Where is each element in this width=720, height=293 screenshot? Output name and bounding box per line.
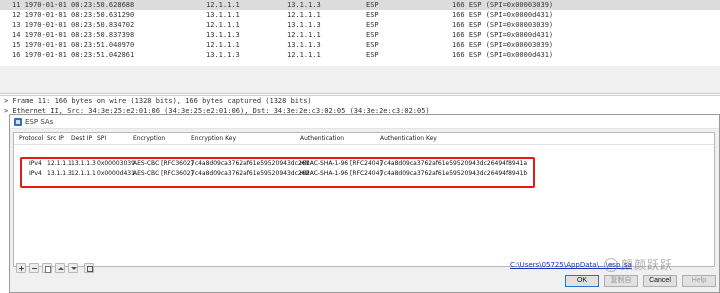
cancel-button[interactable]: Cancel (643, 275, 677, 287)
packet-row[interactable]: 15 1970-01-01 08:23:51.040970 12.1.1.1 1… (0, 40, 720, 50)
packet-row[interactable]: 12 1970-01-01 08:23:50.631290 13.1.1.1 1… (0, 10, 720, 20)
packet-no-time: 16 1970-01-01 08:23:51.042861 (12, 51, 135, 59)
packet-no-time: 14 1970-01-01 08:23:50.837398 (12, 31, 135, 39)
header-authentication[interactable]: Authentication (300, 133, 344, 145)
header-authentication-key[interactable]: Authentication Key (380, 133, 437, 145)
packet-src: 13.1.1.3 (206, 31, 240, 39)
packet-proto: ESP (366, 41, 379, 49)
packet-info: 166 ESP (SPI=0x00003039) (452, 21, 554, 29)
packet-no-time: 13 1970-01-01 08:23:50.834702 (12, 21, 135, 29)
highlight-annotation-box (20, 157, 535, 188)
table-header: Protocol Src IP Dest IP SPI Encryption E… (14, 133, 714, 145)
packet-proto: ESP (366, 1, 379, 9)
packet-row[interactable]: 11 1970-01-01 08:23:50.628688 12.1.1.1 1… (0, 0, 720, 10)
packet-dst: 12.1.1.1 (287, 51, 321, 59)
header-encryption-key[interactable]: Encryption Key (191, 133, 236, 145)
packet-src: 13.1.1.3 (206, 51, 240, 59)
packet-list: 11 1970-01-01 08:23:50.628688 12.1.1.1 1… (0, 0, 720, 62)
header-spi[interactable]: SPI (97, 133, 106, 145)
packet-row[interactable]: 14 1970-01-01 08:23:50.837398 13.1.1.3 1… (0, 30, 720, 40)
clear-icon[interactable] (84, 263, 94, 273)
packet-dst: 13.1.1.3 (287, 21, 321, 29)
pane-splitter[interactable] (0, 66, 720, 94)
detail-frame-line[interactable]: > Frame 11: 166 bytes on wire (1328 bits… (4, 96, 312, 106)
watermark-text: 颜颜跃跃 (621, 258, 674, 272)
wireshark-app-icon (14, 118, 22, 126)
packet-src: 12.1.1.1 (206, 41, 240, 49)
copy-from-button[interactable]: 复制自 (604, 275, 638, 287)
copy-icon[interactable] (42, 263, 52, 273)
packet-no-time: 15 1970-01-01 08:23:51.040970 (12, 41, 135, 49)
packet-dst: 12.1.1.1 (287, 31, 321, 39)
packet-info: 166 ESP (SPI=0x00003039) (452, 1, 554, 9)
header-src-ip[interactable]: Src IP (47, 133, 64, 145)
header-encryption[interactable]: Encryption (133, 133, 165, 145)
plus-icon[interactable] (16, 263, 26, 273)
packet-proto: ESP (366, 31, 379, 39)
header-protocol[interactable]: Protocol (19, 133, 43, 145)
packet-info: 166 ESP (SPI=0x0000d431) (452, 51, 554, 59)
esp-sa-table: Protocol Src IP Dest IP SPI Encryption E… (13, 132, 715, 267)
packet-src: 12.1.1.1 (206, 1, 240, 9)
packet-no-time: 12 1970-01-01 08:23:50.631290 (12, 11, 135, 19)
packet-dst: 13.1.1.3 (287, 41, 321, 49)
packet-info: 166 ESP (SPI=0x0000d431) (452, 31, 554, 39)
packet-no-time: 11 1970-01-01 08:23:50.628688 (12, 1, 135, 9)
up-arrow-icon[interactable] (55, 263, 65, 273)
packet-info: 166 ESP (SPI=0x00003039) (452, 41, 554, 49)
watermark-logo-icon (604, 258, 618, 272)
esp-sa-dialog: ESP SAs Protocol Src IP Dest IP SPI Encr… (9, 114, 720, 293)
packet-row[interactable]: 13 1970-01-01 08:23:50.834702 12.1.1.1 1… (0, 20, 720, 30)
down-arrow-icon[interactable] (68, 263, 78, 273)
packet-row[interactable]: 16 1970-01-01 08:23:51.042861 13.1.1.3 1… (0, 50, 720, 60)
packet-info: 166 ESP (SPI=0x0000d431) (452, 11, 554, 19)
packet-src: 13.1.1.1 (206, 11, 240, 19)
dialog-titlebar[interactable]: ESP SAs (10, 115, 719, 129)
packet-proto: ESP (366, 21, 379, 29)
packet-proto: ESP (366, 11, 379, 19)
packet-src: 12.1.1.1 (206, 21, 240, 29)
packet-proto: ESP (366, 51, 379, 59)
minus-icon[interactable] (29, 263, 39, 273)
packet-dst: 12.1.1.1 (287, 11, 321, 19)
dialog-title: ESP SAs (25, 118, 54, 126)
header-dest-ip[interactable]: Dest IP (71, 133, 92, 145)
help-button[interactable]: Help (682, 275, 716, 287)
packet-dst: 13.1.1.3 (287, 1, 321, 9)
ok-button[interactable]: OK (565, 275, 599, 287)
